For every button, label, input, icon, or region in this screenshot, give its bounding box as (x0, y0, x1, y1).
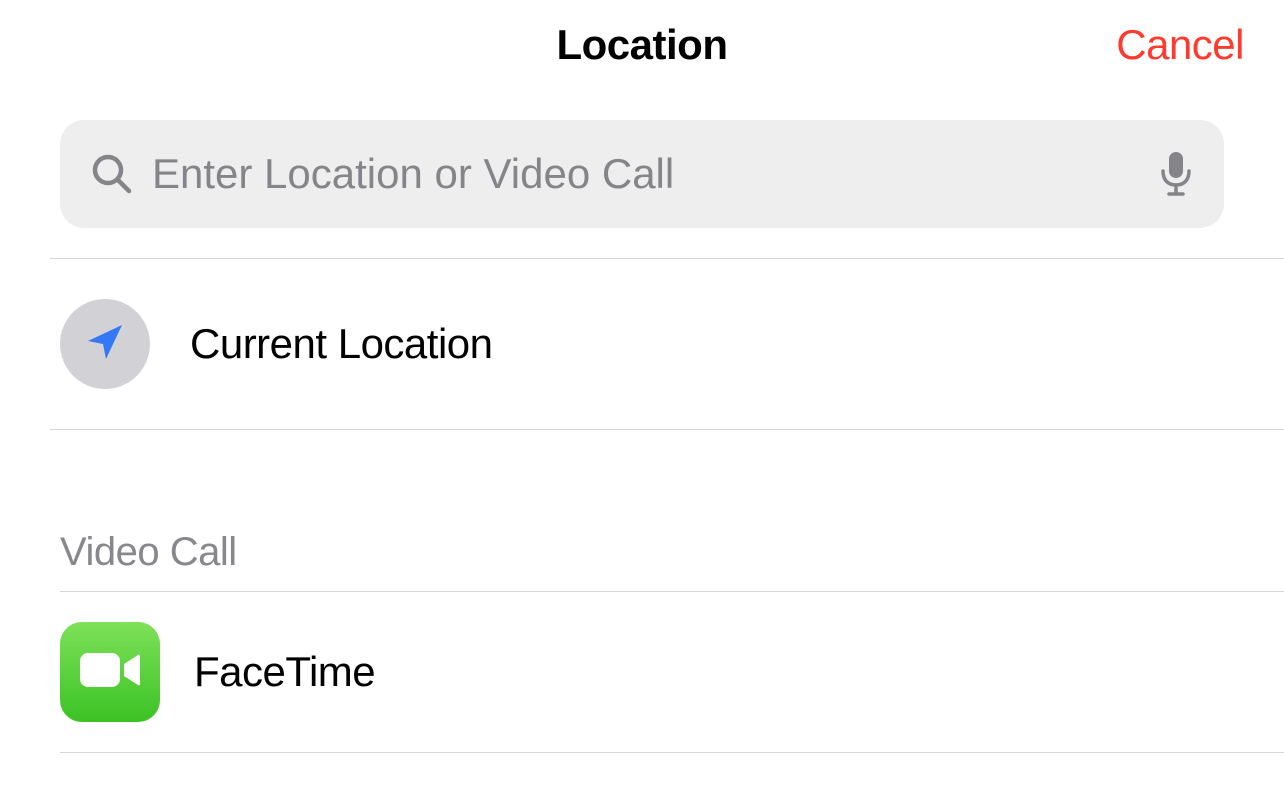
header: Location Cancel (0, 0, 1284, 90)
microphone-icon[interactable] (1158, 150, 1194, 198)
facetime-label: FaceTime (194, 648, 375, 696)
search-container (0, 90, 1284, 258)
cancel-button[interactable]: Cancel (1116, 21, 1244, 69)
video-call-section-header: Video Call (0, 530, 1284, 591)
current-location-row[interactable]: Current Location (0, 259, 1284, 429)
current-location-label: Current Location (190, 320, 493, 368)
search-field[interactable] (60, 120, 1224, 228)
divider (50, 429, 1284, 430)
search-input[interactable] (152, 150, 1158, 198)
page-title: Location (557, 21, 728, 69)
divider (60, 752, 1284, 753)
facetime-row[interactable]: FaceTime (0, 592, 1284, 752)
location-arrow-icon (80, 317, 130, 372)
location-icon-circle (60, 299, 150, 389)
search-icon (90, 152, 134, 196)
facetime-app-icon (60, 622, 160, 722)
video-camera-icon (78, 649, 142, 696)
